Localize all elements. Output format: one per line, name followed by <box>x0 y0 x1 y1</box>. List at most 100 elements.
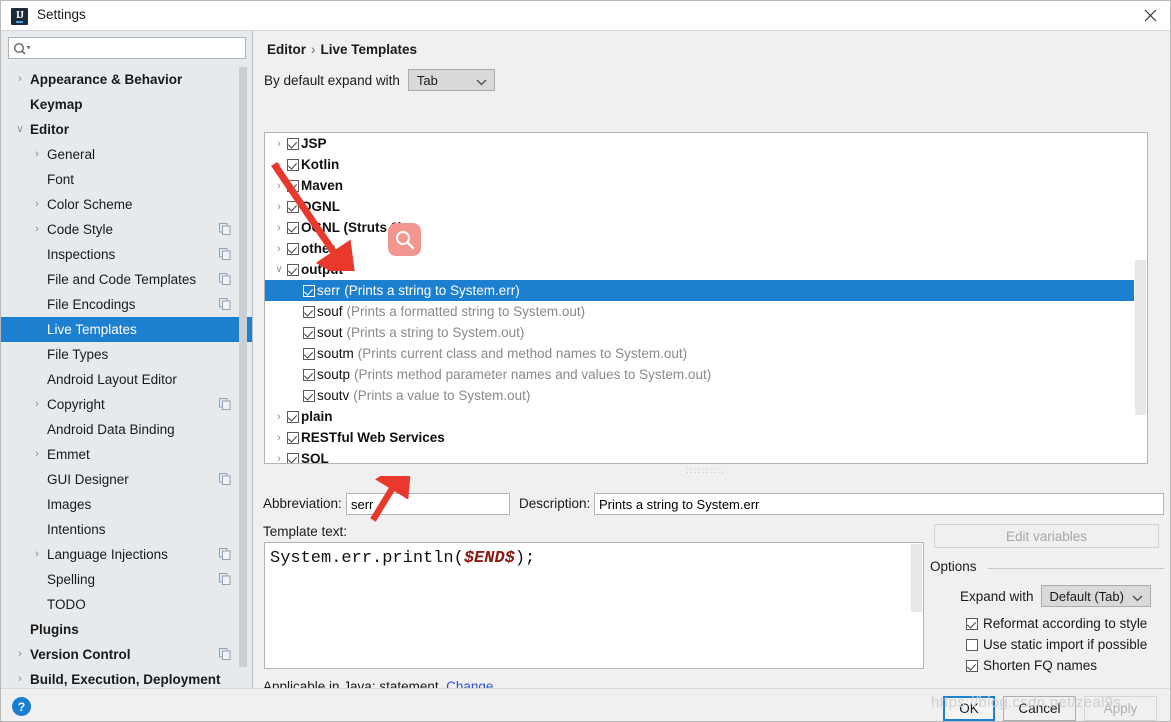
option-use-static-import[interactable]: Use static import if possible <box>966 637 1147 652</box>
sidebar-item-general[interactable]: › General <box>1 142 252 167</box>
template-text-editor[interactable]: System.err.println($END$); <box>264 542 924 669</box>
apply-button[interactable]: Apply <box>1084 696 1157 721</box>
template-row-jsp[interactable]: › JSP <box>265 133 1147 154</box>
checkbox-icon[interactable] <box>303 347 315 360</box>
checkbox-icon[interactable] <box>966 659 978 672</box>
checkbox-icon[interactable] <box>303 284 315 297</box>
template-row-plain[interactable]: › plain <box>265 406 1147 427</box>
chevron-right-icon[interactable]: › <box>271 222 287 234</box>
copy-settings-icon[interactable] <box>219 548 231 560</box>
checkbox-icon[interactable] <box>287 452 299 463</box>
sidebar-item-gui-designer[interactable]: GUI Designer <box>1 467 252 492</box>
checkbox-icon[interactable] <box>287 137 299 150</box>
chevron-right-icon[interactable]: › <box>271 243 287 255</box>
default-expand-select[interactable]: Tab <box>407 69 495 91</box>
copy-settings-icon[interactable] <box>219 273 231 285</box>
sidebar-item-inspections[interactable]: Inspections <box>1 242 252 267</box>
sidebar-item-appearance-behavior[interactable]: › Appearance & Behavior <box>1 67 252 92</box>
template-row-soutp[interactable]: soutp (Prints method parameter names and … <box>265 364 1147 385</box>
template-row-soutm[interactable]: soutm (Prints current class and method na… <box>265 343 1147 364</box>
sidebar-item-file-and-code-templates[interactable]: File and Code Templates <box>1 267 252 292</box>
chevron-right-icon[interactable]: › <box>271 432 287 444</box>
chevron-right-icon[interactable]: › <box>30 399 44 410</box>
sidebar-item-build-execution-deployment[interactable]: › Build, Execution, Deployment <box>1 667 252 688</box>
checkbox-icon[interactable] <box>966 617 978 630</box>
sidebar-item-keymap[interactable]: Keymap <box>1 92 252 117</box>
template-row-sout[interactable]: sout (Prints a string to System.out) <box>265 322 1147 343</box>
chevron-right-icon[interactable]: › <box>30 199 44 210</box>
chevron-right-icon[interactable]: › <box>13 674 27 685</box>
panel-splitter[interactable]: ∷∷∷∷∷ <box>264 467 1148 476</box>
sidebar-item-file-types[interactable]: File Types <box>1 342 252 367</box>
sidebar-item-editor[interactable]: ∨ Editor <box>1 117 252 142</box>
templates-tree-scrollbar[interactable] <box>1134 133 1147 463</box>
chevron-right-icon[interactable]: › <box>271 453 287 464</box>
help-icon[interactable]: ? <box>12 697 31 716</box>
edit-variables-button[interactable]: Edit variables <box>934 524 1159 548</box>
template-row-serr[interactable]: serr (Prints a string to System.err) <box>265 280 1147 301</box>
sidebar-item-version-control[interactable]: › Version Control <box>1 642 252 667</box>
sidebar-item-file-encodings[interactable]: File Encodings <box>1 292 252 317</box>
template-row-output[interactable]: ∨ output <box>265 259 1147 280</box>
cancel-button[interactable]: Cancel <box>1003 696 1076 721</box>
template-row-soutv[interactable]: soutv (Prints a value to System.out) <box>265 385 1147 406</box>
copy-settings-icon[interactable] <box>219 248 231 260</box>
sidebar-item-code-style[interactable]: › Code Style <box>1 217 252 242</box>
checkbox-icon[interactable] <box>303 326 315 339</box>
chevron-right-icon[interactable]: › <box>13 74 27 85</box>
template-row-restful-web-services[interactable]: › RESTful Web Services <box>265 427 1147 448</box>
chevron-right-icon[interactable]: › <box>30 149 44 160</box>
chevron-right-icon[interactable]: › <box>30 224 44 235</box>
templates-tree[interactable]: › JSP › Kotlin › Maven › OGNL › OGNL (Struts 2) › o… <box>264 132 1148 464</box>
template-row-ognl[interactable]: › OGNL <box>265 196 1147 217</box>
checkbox-icon[interactable] <box>287 410 299 423</box>
checkbox-icon[interactable] <box>287 431 299 444</box>
checkbox-icon[interactable] <box>287 263 299 276</box>
expand-with-select[interactable]: Default (Tab) <box>1040 585 1151 607</box>
sidebar-item-language-injections[interactable]: › Language Injections <box>1 542 252 567</box>
chevron-right-icon[interactable]: › <box>271 411 287 423</box>
chevron-right-icon[interactable]: › <box>271 159 287 171</box>
copy-settings-icon[interactable] <box>219 298 231 310</box>
template-row-maven[interactable]: › Maven <box>265 175 1147 196</box>
sidebar-item-live-templates[interactable]: Live Templates <box>1 317 252 342</box>
close-icon[interactable] <box>1128 1 1170 30</box>
description-input[interactable] <box>594 493 1164 515</box>
template-row-kotlin[interactable]: › Kotlin <box>265 154 1147 175</box>
sidebar-item-plugins[interactable]: Plugins <box>1 617 252 642</box>
search-input[interactable] <box>35 39 243 57</box>
ok-button[interactable]: OK <box>943 696 995 721</box>
checkbox-icon[interactable] <box>287 179 299 192</box>
templates-tree-scroll-thumb[interactable] <box>1135 260 1146 415</box>
checkbox-icon[interactable] <box>303 305 315 318</box>
checkbox-icon[interactable] <box>287 200 299 213</box>
copy-settings-icon[interactable] <box>219 648 231 660</box>
sidebar-item-spelling[interactable]: Spelling <box>1 567 252 592</box>
sidebar-item-images[interactable]: Images <box>1 492 252 517</box>
abbreviation-input[interactable] <box>346 493 510 515</box>
template-editor-scroll-thumb[interactable] <box>911 544 922 612</box>
search-box[interactable] <box>8 37 246 59</box>
chevron-right-icon[interactable]: › <box>271 180 287 192</box>
sidebar-item-android-data-binding[interactable]: Android Data Binding <box>1 417 252 442</box>
checkbox-icon[interactable] <box>287 221 299 234</box>
option-shorten-fq-names[interactable]: Shorten FQ names <box>966 658 1097 673</box>
checkbox-icon[interactable] <box>287 242 299 255</box>
checkbox-icon[interactable] <box>303 389 315 402</box>
option-reformat-according-to-style[interactable]: Reformat according to style <box>966 616 1147 631</box>
sidebar-item-todo[interactable]: TODO <box>1 592 252 617</box>
copy-settings-icon[interactable] <box>219 398 231 410</box>
checkbox-icon[interactable] <box>966 638 978 651</box>
sidebar-item-emmet[interactable]: › Emmet <box>1 442 252 467</box>
sidebar-item-intentions[interactable]: Intentions <box>1 517 252 542</box>
chevron-down-icon[interactable]: ∨ <box>13 124 27 135</box>
sidebar-item-color-scheme[interactable]: › Color Scheme <box>1 192 252 217</box>
checkbox-icon[interactable] <box>303 368 315 381</box>
sidebar-scrollbar[interactable] <box>239 67 247 667</box>
chevron-right-icon[interactable]: › <box>271 138 287 150</box>
checkbox-icon[interactable] <box>287 158 299 171</box>
copy-settings-icon[interactable] <box>219 473 231 485</box>
chevron-right-icon[interactable]: › <box>30 449 44 460</box>
chevron-right-icon[interactable]: › <box>30 549 44 560</box>
copy-settings-icon[interactable] <box>219 573 231 585</box>
